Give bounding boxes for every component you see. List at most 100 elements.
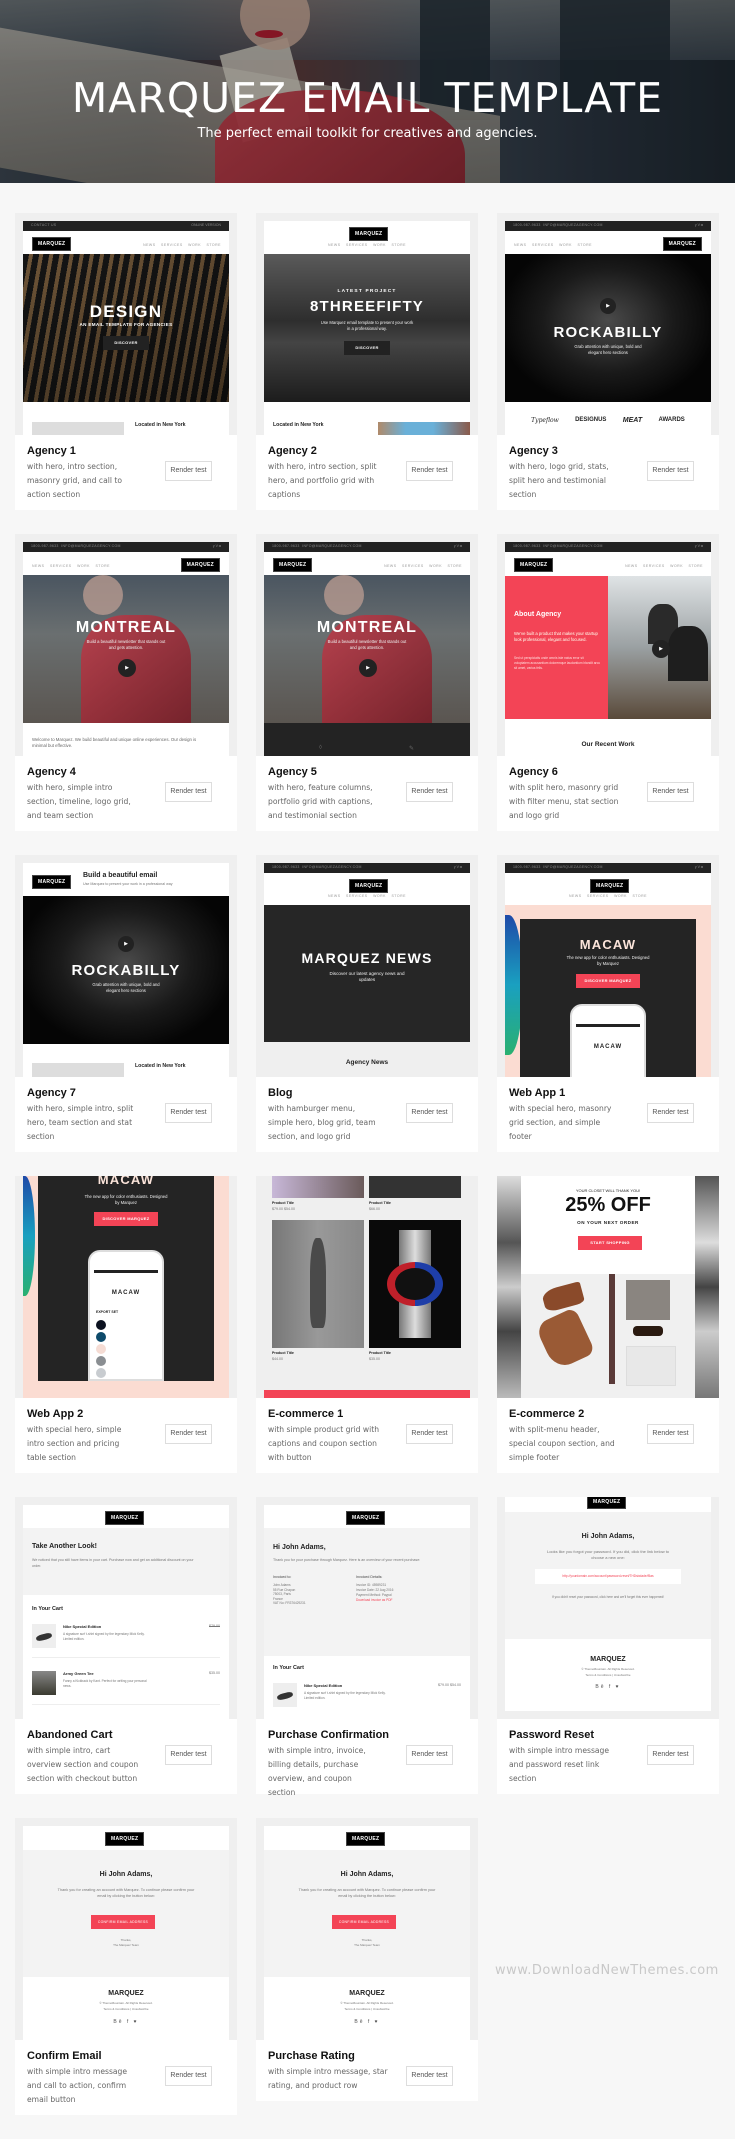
brand-logo: MARQUEZ (273, 558, 313, 572)
hero-title: MONTREAL (75, 619, 177, 636)
coupon-kicker: YOUR CLOSET WILL THANK YOU! (575, 1188, 641, 1193)
card-description: with split-menu header, special coupon s… (509, 1425, 615, 1462)
email-nav: NEWS SERVICES WORK STORE (328, 243, 406, 247)
play-icon: ▶ (118, 936, 134, 952)
email-preview: MARQUEZ Hi John Adams, Thank you for cre… (23, 1826, 229, 2040)
render-test-button[interactable]: Render test (647, 1745, 694, 1765)
template-card[interactable]: 1800-987-9633 INFO@MARQUEZAGENCY.COM y V… (497, 213, 719, 510)
template-preview[interactable]: CONTACT US ONLINE VERSION MARQUEZ NEWS S… (15, 213, 237, 435)
template-preview[interactable]: 1800-987-9633 INFO@MARQUEZAGENCY.COM y V… (497, 534, 719, 756)
template-preview[interactable]: MARQUEZ Hi John Adams, Thank you for you… (256, 1497, 478, 1719)
template-card[interactable]: 1800-987-9633 INFO@MARQUEZAGENCY.COM y V… (256, 534, 478, 831)
template-card[interactable]: 1800-987-9633 INFO@MARQUEZAGENCY.COM y V… (256, 855, 478, 1152)
brand-logo: MARQUEZ (349, 227, 389, 241)
template-card[interactable]: MARQUEZ Build a beautiful email Use Marq… (15, 855, 237, 1152)
render-test-button[interactable]: Render test (165, 2066, 212, 2086)
template-card[interactable]: MARQUEZ Hi John Adams, Thank you for cre… (256, 1818, 478, 2101)
footnote: If you didn't reset your password, click… (551, 1595, 665, 1599)
render-test-button[interactable]: Render test (647, 1103, 694, 1123)
template-card[interactable]: CONTACT US ONLINE VERSION MARQUEZ NEWS S… (15, 213, 237, 510)
card-title: Agency 4 (27, 766, 76, 778)
social-icons: y V ◘ (694, 544, 703, 548)
template-card[interactable]: MARQUEZ Take Another Look! We noticed th… (15, 1497, 237, 1794)
template-preview[interactable]: MARQUEZ Hi John Adams, Thank you for cre… (15, 1818, 237, 2040)
template-preview[interactable]: MARQUEZ Hi John Adams, Thank you for cre… (256, 1818, 478, 2040)
team-photo (32, 422, 124, 435)
email-nav: NEWS SERVICES WORK STORE (384, 564, 462, 568)
render-test-button[interactable]: Render test (165, 782, 212, 802)
intro-section: Hi John Adams, Thank you for creating an… (264, 1850, 470, 1977)
phone-title: MACAW (593, 1044, 623, 1050)
template-card[interactable]: MARQUEZ NEWS SERVICES WORK STORE LATEST … (256, 213, 478, 510)
discover-button: DISCOVER MARQUEZ (576, 974, 640, 988)
brand-logo: MARQUEZ (105, 1832, 145, 1846)
template-card[interactable]: 1800-987-9633 INFO@MARQUEZAGENCY.COM y V… (497, 534, 719, 831)
card-title: Agency 5 (268, 766, 317, 778)
template-card[interactable]: MACAW The new app for color enthusiasts.… (15, 1176, 237, 1473)
render-test-button[interactable]: Render test (647, 1424, 694, 1444)
brand-logo: MARQUEZ (587, 1497, 627, 1509)
template-card[interactable]: Product Title $79.00 $54.00 Product Titl… (256, 1176, 478, 1473)
render-test-button[interactable]: Render test (647, 782, 694, 802)
render-test-button[interactable]: Render test (165, 461, 212, 481)
card-description: with simple product grid with captions a… (268, 1425, 380, 1462)
client-logo: AWARDS (658, 417, 685, 423)
template-card[interactable]: 1800-987-9633 INFO@MARQUEZAGENCY.COM y V… (497, 855, 719, 1152)
template-preview[interactable]: MARQUEZ NEWS SERVICES WORK STORE LATEST … (256, 213, 478, 435)
cart-item-desc: A signature surf t-shirt signed by the l… (304, 1691, 386, 1700)
render-test-button[interactable]: Render test (165, 1745, 212, 1765)
intro-heading: Take Another Look! (32, 1543, 97, 1550)
hero-subtitle: Build a beautiful newsletter that stands… (86, 639, 166, 650)
render-test-button[interactable]: Render test (165, 1103, 212, 1123)
template-preview[interactable]: YOUR CLOSET WILL THANK YOU! 25% OFF ON Y… (497, 1176, 719, 1398)
brand-logo: MARQUEZ (514, 558, 554, 572)
template-preview[interactable]: 1800-987-9633 INFO@MARQUEZAGENCY.COM y V… (15, 534, 237, 756)
render-test-button[interactable]: Render test (406, 1745, 453, 1765)
social-icons: Bē f ♥ (595, 1684, 621, 1690)
render-test-button[interactable]: Render test (406, 461, 453, 481)
template-preview[interactable]: 1800-987-9633 INFO@MARQUEZAGENCY.COM y V… (256, 855, 478, 1077)
render-test-button[interactable]: Render test (406, 1103, 453, 1123)
template-preview[interactable]: MARQUEZ Build a beautiful email Use Marq… (15, 855, 237, 1077)
play-icon: ▶ (652, 640, 670, 658)
template-card[interactable]: MARQUEZ Hi John Adams, Looks like you fo… (497, 1497, 719, 1794)
intro-section: Hi John Adams, Thank you for your purcha… (264, 1528, 470, 1656)
template-card[interactable]: YOUR CLOSET WILL THANK YOU! 25% OFF ON Y… (497, 1176, 719, 1473)
email-preview: 1800-987-9633 INFO@MARQUEZAGENCY.COM y V… (505, 542, 711, 756)
footer-copyright: © ThemeMountain. All Rights Reserved. (340, 2001, 394, 2005)
card-description: with hero, intro section, masonry grid, … (27, 462, 122, 499)
template-preview[interactable]: MARQUEZ Hi John Adams, Looks like you fo… (497, 1497, 719, 1719)
play-icon: ▶ (600, 298, 616, 314)
cart-item-price: $35.00 (209, 1671, 220, 1675)
template-preview[interactable]: Product Title $79.00 $54.00 Product Titl… (256, 1176, 478, 1398)
page-title: MARQUEZ EMAIL TEMPLATE (71, 74, 664, 122)
render-test-button[interactable]: Render test (406, 782, 453, 802)
cart-heading: In Your Cart (273, 1665, 304, 1671)
template-card[interactable]: MARQUEZ Hi John Adams, Thank you for you… (256, 1497, 478, 1797)
section-heading: Located in New York (135, 1063, 186, 1069)
cart-heading: In Your Cart (32, 1606, 63, 1612)
template-preview[interactable]: MARQUEZ Take Another Look! We noticed th… (15, 1497, 237, 1719)
intro-body: Thank you for creating an account with M… (57, 1888, 195, 1898)
render-test-button[interactable]: Render test (647, 461, 694, 481)
contact-info: 1800-987-9633 INFO@MARQUEZAGENCY.COM (513, 223, 603, 227)
render-test-button[interactable]: Render test (165, 1424, 212, 1444)
render-test-button[interactable]: Render test (406, 2066, 453, 2086)
cart-item-name: Nike Special Edition (304, 1683, 343, 1688)
template-card[interactable]: 1800-987-9633 INFO@MARQUEZAGENCY.COM y V… (15, 534, 237, 831)
email-preview: 1800-987-9633 INFO@MARQUEZAGENCY.COM y V… (264, 542, 470, 756)
email-preview: 1800-987-9633 INFO@MARQUEZAGENCY.COM y V… (264, 863, 470, 1077)
brand-logo: MARQUEZ (32, 875, 72, 889)
brand-logo: MARQUEZ (662, 237, 702, 251)
template-preview[interactable]: 1800-987-9633 INFO@MARQUEZAGENCY.COM y V… (497, 213, 719, 435)
download-invoice-link: Download invoice as PDF (356, 1598, 393, 1602)
render-test-button[interactable]: Render test (406, 1424, 453, 1444)
footer-links: Terms & Conditions | Unsubscribe (585, 1673, 631, 1677)
template-preview[interactable]: 1800-987-9633 INFO@MARQUEZAGENCY.COM y V… (497, 855, 719, 1077)
template-preview[interactable]: MACAW The new app for color enthusiasts.… (15, 1176, 237, 1398)
template-card[interactable]: MARQUEZ Hi John Adams, Thank you for cre… (15, 1818, 237, 2115)
template-preview[interactable]: 1800-987-9633 INFO@MARQUEZAGENCY.COM y V… (256, 534, 478, 756)
footer-brand: MARQUEZ (349, 1990, 385, 1997)
intro-body: Looks like you forgot your password. If … (546, 1549, 670, 1560)
cart-item-desc: A signature surf t-shirt signed by the l… (63, 1632, 145, 1641)
